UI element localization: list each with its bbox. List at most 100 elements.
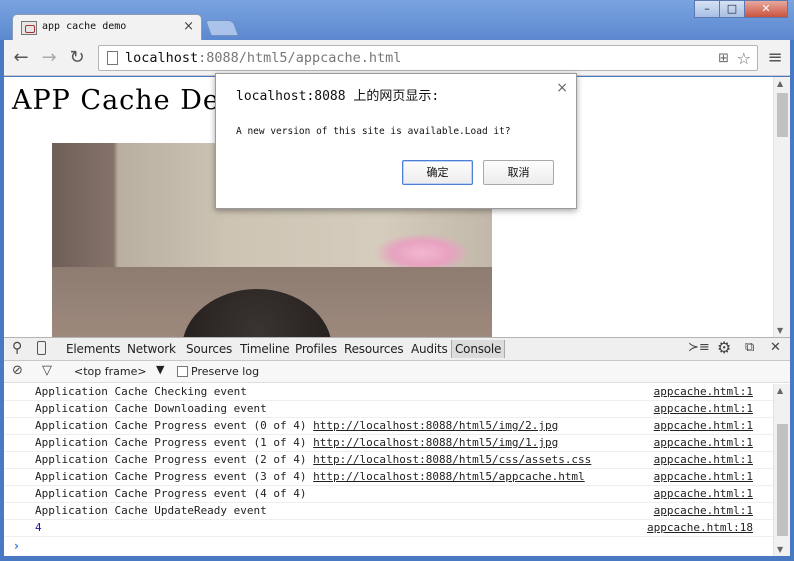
tab-title: app cache demo — [42, 21, 127, 32]
new-tab-button[interactable] — [205, 20, 239, 36]
devtools-panel: ⚲ Elements Network Sources Timeline Prof… — [4, 337, 790, 556]
forward-icon[interactable]: → — [38, 47, 60, 69]
console-log-row: Application Cache Checking event appcache… — [4, 384, 773, 401]
alert-dialog: localhost:8088 上的网页显示: × A new version o… — [215, 73, 577, 209]
star-icon[interactable]: ☆ — [737, 49, 751, 68]
preserve-log-label: Preserve log — [191, 365, 260, 378]
dock-side-icon[interactable]: ⧉ — [745, 340, 754, 355]
console-log-row: Application Cache UpdateReady event appca… — [4, 503, 773, 520]
console-log: Application Cache Checking event appcache… — [4, 384, 773, 539]
tab-timeline[interactable]: Timeline — [240, 342, 290, 356]
scroll-down-icon[interactable]: ▼ — [777, 326, 783, 335]
minimize-button[interactable]: – — [694, 0, 720, 18]
console-prompt-row[interactable]: › — [4, 539, 773, 556]
console-log-text: Application Cache Progress event (0 of 4… — [35, 419, 314, 432]
tab-resources[interactable]: Resources — [344, 342, 404, 356]
url-path: :8088/html5/appcache.html — [198, 50, 402, 66]
console-log-source-link[interactable]: appcache.html:1 — [654, 384, 753, 400]
console-log-source-link[interactable]: appcache.html:18 — [647, 520, 753, 536]
console-log-text: Application Cache Progress event (4 of 4… — [35, 487, 307, 500]
console-log-source-link[interactable]: appcache.html:1 — [654, 435, 753, 451]
scroll-up-icon[interactable]: ▲ — [777, 79, 783, 88]
console-log-url-link[interactable]: http://localhost:8088/html5/img/1.jpg — [313, 436, 558, 449]
console-log-text: Application Cache Downloading event — [35, 402, 267, 415]
page-scrollbar-thumb[interactable] — [777, 93, 788, 137]
clear-console-icon[interactable]: ⊘ — [12, 363, 23, 378]
url-text[interactable]: localhost:8088/html5/appcache.html — [125, 50, 401, 66]
cancel-button[interactable]: 取消 — [483, 160, 554, 185]
dialog-title: localhost:8088 上的网页显示: — [236, 89, 440, 104]
console-log-source-link[interactable]: appcache.html:1 — [654, 401, 753, 417]
console-drawer-icon[interactable]: ≻≡ — [688, 340, 710, 355]
browser-toolbar: ← → ↻ localhost:8088/html5/appcache.html… — [4, 40, 790, 76]
tab-close-icon[interactable]: × — [183, 19, 194, 34]
console-log-row: Application Cache Progress event (1 of 4… — [4, 435, 773, 452]
console-log-source-link[interactable]: appcache.html:1 — [654, 503, 753, 519]
console-filter-bar: ⊘ ▽ <top frame> ▼ Preserve log — [4, 361, 790, 383]
console-log-text: Application Cache Progress event (2 of 4… — [35, 453, 314, 466]
console-log-text: Application Cache UpdateReady event — [35, 504, 267, 517]
console-log-message: Application Cache Downloading event — [35, 401, 267, 417]
console-log-source-link[interactable]: appcache.html:1 — [654, 486, 753, 502]
back-icon[interactable]: ← — [10, 47, 32, 69]
inspect-search-icon[interactable]: ⚲ — [12, 340, 22, 356]
console-log-text: Application Cache Progress event (3 of 4… — [35, 470, 314, 483]
console-log-row: Application Cache Progress event (3 of 4… — [4, 469, 773, 486]
url-host: localhost — [125, 50, 199, 66]
console-log-text: 4 — [35, 521, 42, 534]
console-log-row: Application Cache Progress event (2 of 4… — [4, 452, 773, 469]
console-log-source-link[interactable]: appcache.html:1 — [654, 418, 753, 434]
frame-selector[interactable]: <top frame> — [74, 365, 147, 378]
window-controls: – □ ✕ — [694, 0, 788, 18]
console-log-message: Application Cache Progress event (1 of 4… — [35, 435, 558, 451]
tab-audits[interactable]: Audits — [411, 342, 448, 356]
tab-network[interactable]: Network — [127, 342, 176, 356]
console-log-row: 4 appcache.html:18 — [4, 520, 773, 537]
favicon-icon — [21, 21, 37, 35]
page-icon — [107, 51, 118, 65]
window-close-button[interactable]: ✕ — [744, 0, 788, 18]
title-bar: app cache demo × – □ ✕ — [0, 0, 794, 41]
filter-icon[interactable]: ▽ — [42, 363, 52, 378]
console-prompt-icon: › — [14, 539, 19, 553]
scroll-up-icon[interactable]: ▲ — [777, 386, 783, 395]
console-log-row: Application Cache Progress event (0 of 4… — [4, 418, 773, 435]
address-bar[interactable]: localhost:8088/html5/appcache.html ⊞ ☆ — [98, 45, 758, 71]
console-log-message: 4 — [35, 520, 42, 536]
tab-elements[interactable]: Elements — [66, 342, 121, 356]
console-log-text: Application Cache Checking event — [35, 385, 247, 398]
reload-icon[interactable]: ↻ — [66, 47, 88, 69]
tab-console[interactable]: Console — [451, 340, 506, 358]
browser-tab[interactable]: app cache demo × — [12, 14, 202, 41]
console-log-text: Application Cache Progress event (1 of 4… — [35, 436, 314, 449]
console-log-url-link[interactable]: http://localhost:8088/html5/appcache.htm… — [313, 470, 585, 483]
chevron-down-icon[interactable]: ▼ — [156, 363, 164, 376]
scroll-down-icon[interactable]: ▼ — [777, 545, 783, 554]
preserve-log-checkbox[interactable] — [177, 366, 188, 377]
page-scrollbar[interactable]: ▲ ▼ — [773, 77, 790, 337]
console-log-message: Application Cache Checking event — [35, 384, 247, 400]
console-log-url-link[interactable]: http://localhost:8088/html5/css/assets.c… — [313, 453, 591, 466]
console-log-row: Application Cache Downloading event appca… — [4, 401, 773, 418]
console-log-message: Application Cache Progress event (3 of 4… — [35, 469, 585, 485]
tab-profiles[interactable]: Profiles — [295, 342, 337, 356]
gear-icon[interactable]: ⚙ — [717, 338, 731, 357]
console-scrollbar-thumb[interactable] — [777, 424, 788, 536]
console-log-message: Application Cache UpdateReady event — [35, 503, 267, 519]
dialog-message: A new version of this site is available.… — [236, 126, 511, 137]
dialog-close-icon[interactable]: × — [556, 80, 568, 96]
device-mode-icon[interactable] — [37, 341, 46, 355]
console-log-source-link[interactable]: appcache.html:1 — [654, 469, 753, 485]
console-log-message: Application Cache Progress event (0 of 4… — [35, 418, 558, 434]
console-log-source-link[interactable]: appcache.html:1 — [654, 452, 753, 468]
console-log-message: Application Cache Progress event (4 of 4… — [35, 486, 307, 502]
console-log-url-link[interactable]: http://localhost:8088/html5/img/2.jpg — [313, 419, 558, 432]
maximize-button[interactable]: □ — [719, 0, 745, 18]
console-log-message: Application Cache Progress event (2 of 4… — [35, 452, 591, 468]
console-scrollbar[interactable]: ▲ ▼ — [773, 384, 790, 556]
ok-button[interactable]: 确定 — [402, 160, 473, 185]
menu-icon[interactable]: ≡ — [766, 47, 784, 69]
tab-sources[interactable]: Sources — [186, 342, 232, 356]
devtools-close-icon[interactable]: ✕ — [770, 340, 781, 355]
translate-icon[interactable]: ⊞ — [718, 51, 729, 66]
